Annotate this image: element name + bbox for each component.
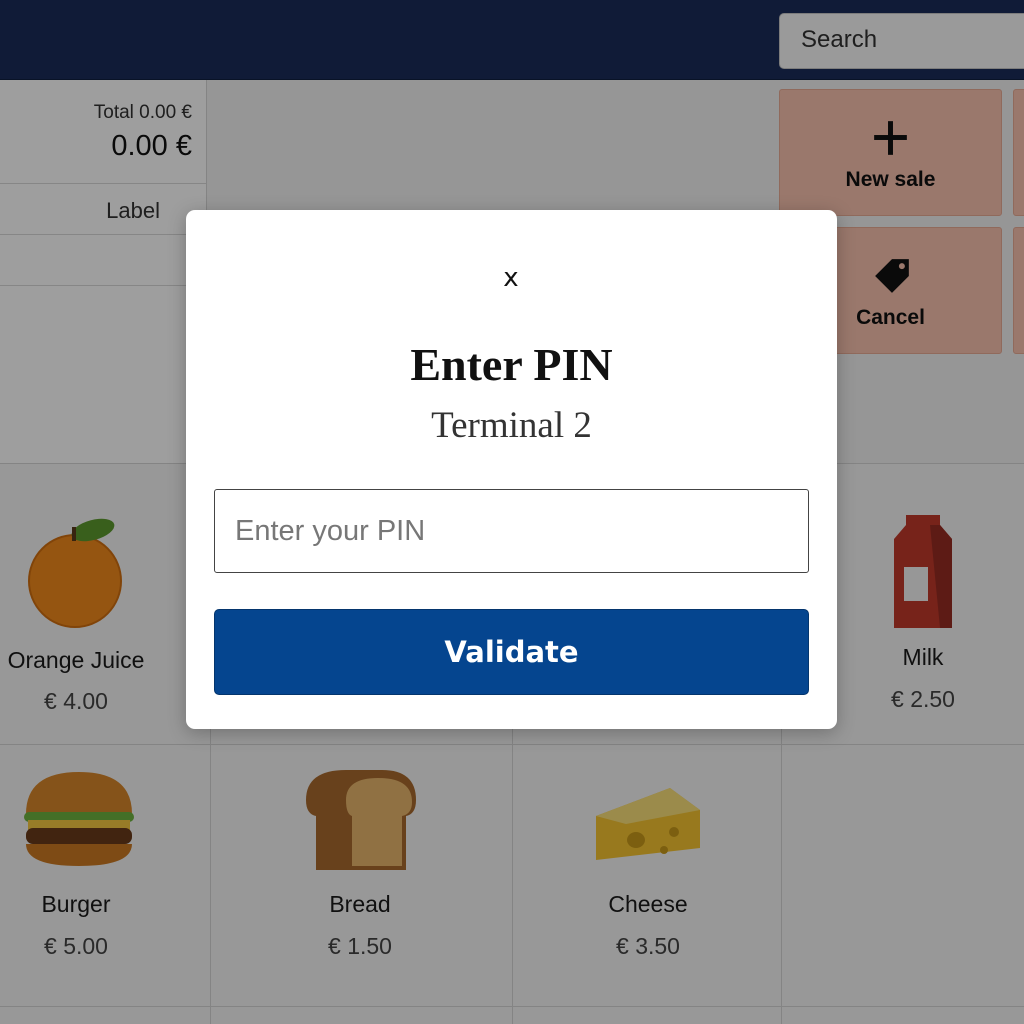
- dialog-subtitle: Terminal 2: [431, 405, 592, 446]
- dialog-title: Enter PIN: [410, 339, 613, 390]
- pin-input[interactable]: [214, 489, 809, 573]
- close-button[interactable]: x: [489, 260, 533, 296]
- pin-dialog: x Enter PIN Terminal 2 Validate: [186, 210, 837, 729]
- validate-button[interactable]: Validate: [214, 609, 809, 695]
